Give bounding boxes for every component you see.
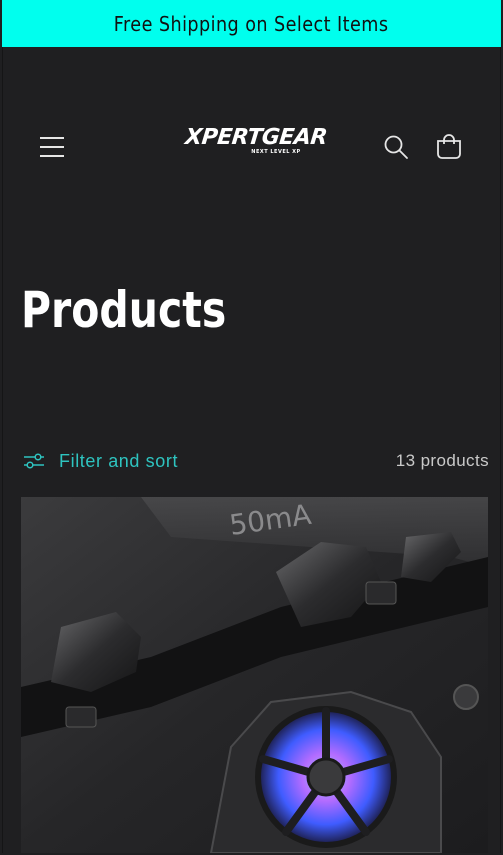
logo-wordmark: XPERTGEAR [183,125,329,150]
announcement-text: Free Shipping on Select Items [114,11,389,36]
product-image: 50mA [21,497,488,853]
main-page: XPERTGEAR NEXT LEVEL XP Products Filter … [2,47,501,853]
filter-sliders-icon [23,451,45,471]
product-count: 13 products [395,451,489,470]
page-frame: Free Shipping on Select Items XPERTGEAR … [0,0,503,855]
announcement-bar: Free Shipping on Select Items [2,0,501,47]
filter-and-sort-label: Filter and sort [59,450,179,471]
search-button[interactable] [378,129,414,165]
page-title: Products [21,281,227,339]
menu-button[interactable] [33,131,71,163]
cart-icon [437,134,461,159]
cart-button[interactable] [431,129,467,165]
product-card[interactable]: 50mA [21,497,488,853]
filter-and-sort-button[interactable]: Filter and sort [23,445,178,477]
search-icon [384,135,408,159]
filter-bar: Filter and sort 13 products [23,445,489,477]
hamburger-menu-icon [40,137,64,157]
brand-logo[interactable]: XPERTGEAR NEXT LEVEL XP [183,125,329,162]
